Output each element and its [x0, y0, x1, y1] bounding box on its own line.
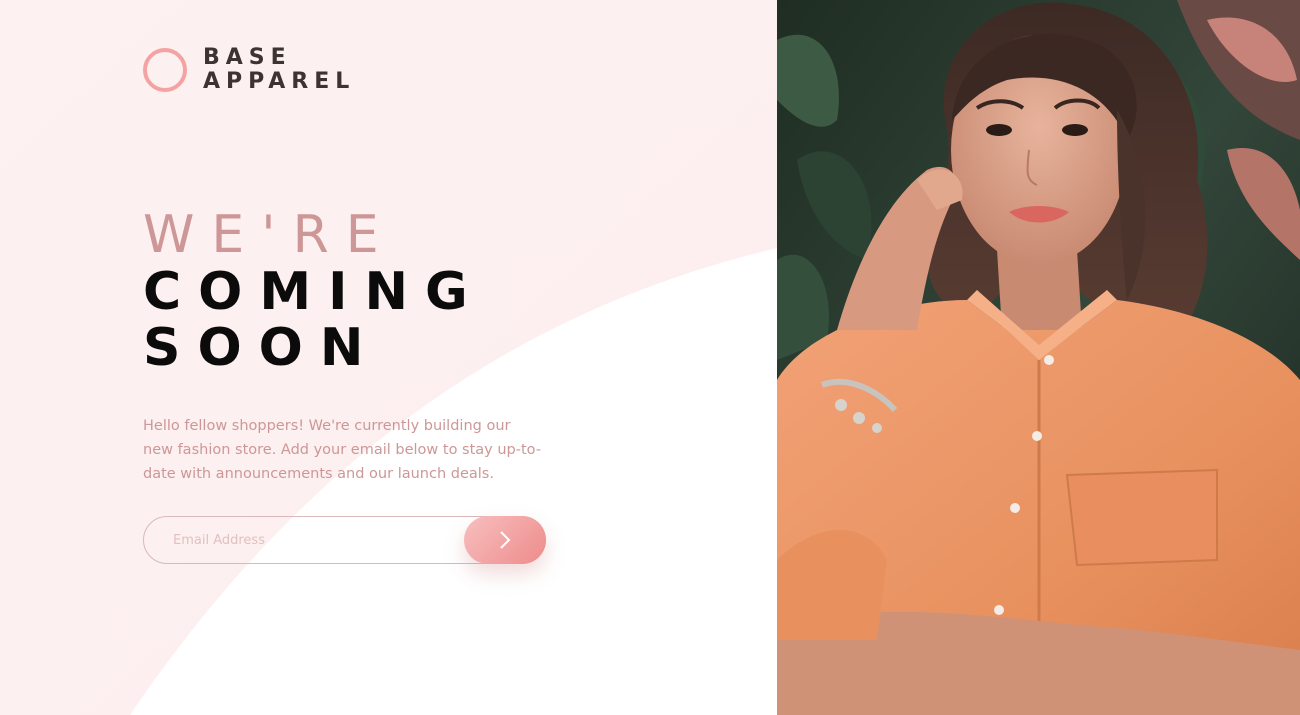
coming-soon-page: BASE APPAREL WE'RE COMING SOON Hello fel… — [0, 0, 1300, 715]
headline-bold-line-2: SOON — [143, 318, 381, 378]
arrow-right-icon — [500, 531, 511, 549]
email-signup-form — [143, 516, 546, 564]
headline-light: WE'RE — [143, 205, 396, 265]
brand-logo[interactable]: BASE APPAREL — [143, 46, 355, 94]
headline-bold-line-1: COMING — [143, 262, 485, 322]
page-description: Hello fellow shoppers! We're currently b… — [143, 418, 542, 482]
page-headline: WE'RE COMING SOON — [143, 206, 485, 376]
submit-button[interactable] — [464, 516, 546, 564]
hero-photo — [777, 0, 1300, 715]
left-panel: BASE APPAREL WE'RE COMING SOON Hello fel… — [0, 0, 777, 715]
brand-line-2: APPAREL — [203, 69, 356, 94]
brand-name: BASE APPAREL — [203, 46, 355, 94]
brand-line-1: BASE — [203, 45, 292, 70]
logo-ring-icon — [143, 48, 187, 92]
hero-photo-illustration — [777, 0, 1300, 715]
